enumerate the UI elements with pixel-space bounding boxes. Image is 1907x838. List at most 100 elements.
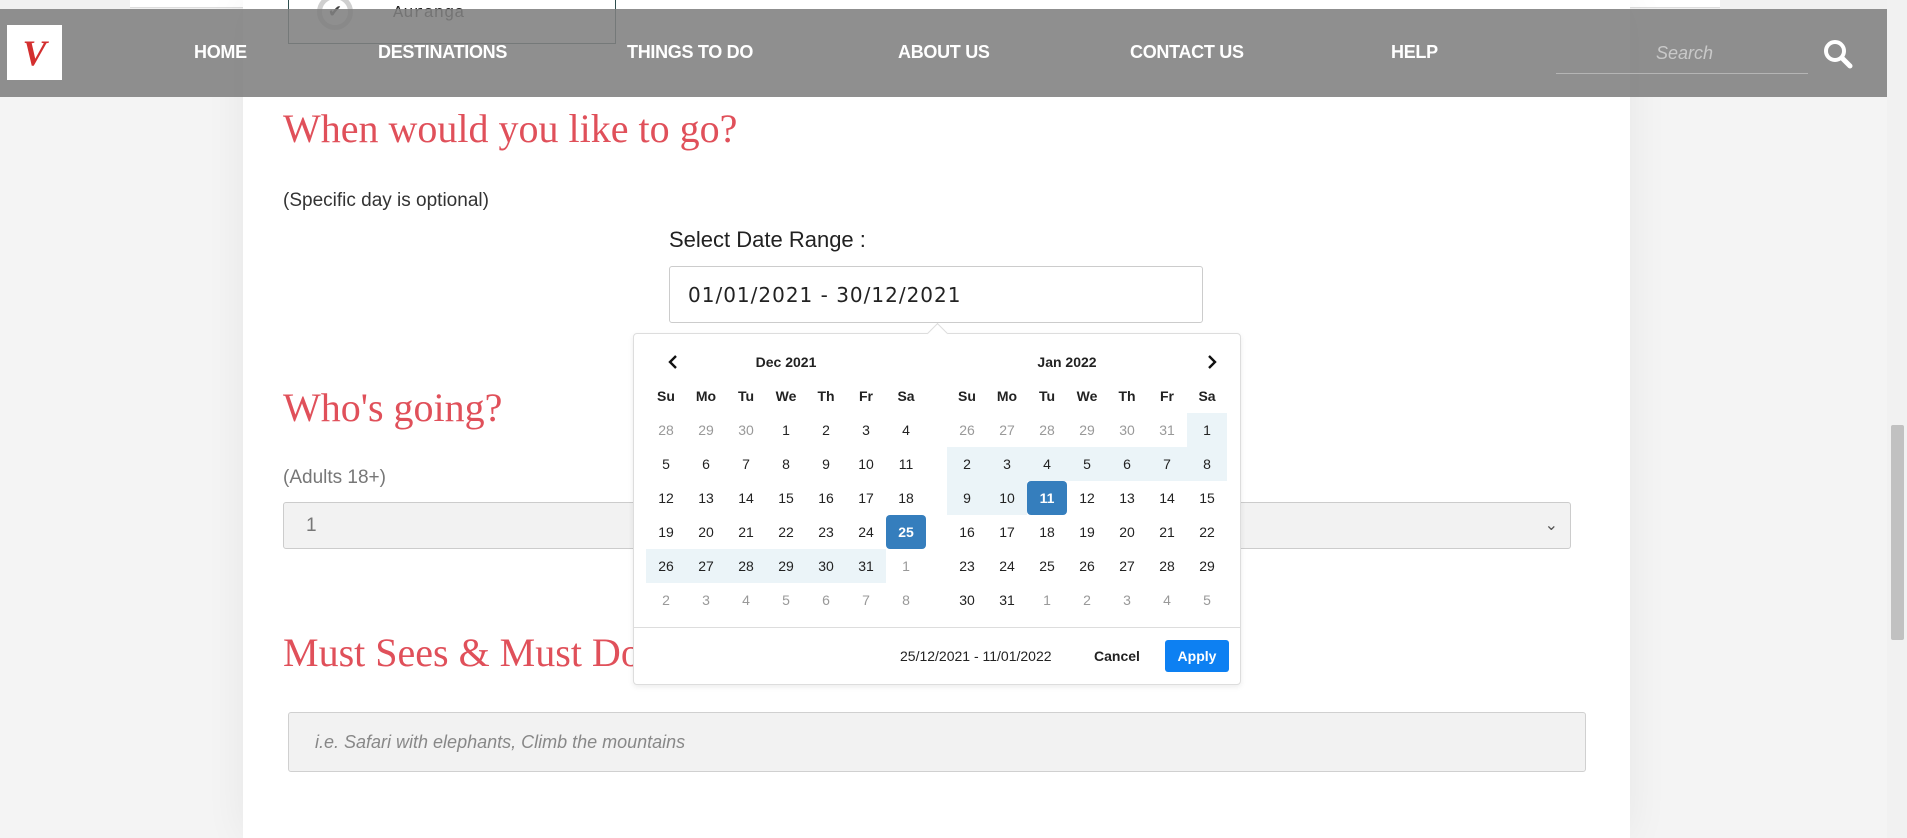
left-day-cell[interactable]: 22 (766, 515, 806, 549)
right-day-cell[interactable]: 1 (1027, 583, 1067, 617)
left-day-cell[interactable]: 11 (886, 447, 926, 481)
left-day-cell[interactable]: 12 (646, 481, 686, 515)
left-day-cell[interactable]: 6 (806, 583, 846, 617)
nav-help[interactable]: HELP (1391, 42, 1438, 63)
right-day-cell[interactable]: 28 (1147, 549, 1187, 583)
right-day-cell[interactable]: 23 (947, 549, 987, 583)
nav-things-to-do[interactable]: THINGS TO DO (627, 42, 753, 63)
left-day-cell[interactable]: 24 (846, 515, 886, 549)
left-day-cell[interactable]: 6 (686, 447, 726, 481)
right-day-cell[interactable]: 26 (947, 413, 987, 447)
left-day-cell[interactable]: 18 (886, 481, 926, 515)
right-day-cell[interactable]: 16 (947, 515, 987, 549)
left-day-cell[interactable]: 31 (846, 549, 886, 583)
right-day-cell[interactable]: 4 (1027, 447, 1067, 481)
right-day-cell[interactable]: 25 (1027, 549, 1067, 583)
right-day-cell[interactable]: 5 (1067, 447, 1107, 481)
next-month-button[interactable] (1197, 348, 1227, 376)
right-day-cell[interactable]: 26 (1067, 549, 1107, 583)
cancel-button[interactable]: Cancel (1086, 640, 1148, 672)
apply-button[interactable]: Apply (1165, 640, 1229, 672)
date-range-input[interactable] (669, 266, 1203, 323)
search-icon[interactable] (1822, 38, 1854, 70)
left-day-cell[interactable]: 26 (646, 549, 686, 583)
left-day-cell[interactable]: 30 (806, 549, 846, 583)
right-day-cell[interactable]: 28 (1027, 413, 1067, 447)
left-day-cell[interactable]: 30 (726, 413, 766, 447)
right-day-cell[interactable]: 3 (987, 447, 1027, 481)
right-day-cell[interactable]: 15 (1187, 481, 1227, 515)
right-day-cell[interactable]: 30 (1107, 413, 1147, 447)
left-day-cell[interactable]: 4 (726, 583, 766, 617)
right-day-cell[interactable]: 2 (1067, 583, 1107, 617)
right-day-cell[interactable]: 10 (987, 481, 1027, 515)
right-day-cell[interactable]: 29 (1187, 549, 1227, 583)
left-day-cell[interactable]: 28 (726, 549, 766, 583)
nav-contact-us[interactable]: CONTACT US (1130, 42, 1244, 63)
left-day-cell[interactable]: 23 (806, 515, 846, 549)
right-day-cell[interactable]: 8 (1187, 447, 1227, 481)
right-day-cell[interactable]: 31 (1147, 413, 1187, 447)
left-day-cell[interactable]: 7 (726, 447, 766, 481)
scrollbar-thumb[interactable] (1891, 425, 1904, 640)
nav-destinations[interactable]: DESTINATIONS (378, 42, 507, 63)
left-day-cell[interactable]: 9 (806, 447, 846, 481)
left-day-cell[interactable]: 2 (806, 413, 846, 447)
right-day-cell[interactable]: 4 (1147, 583, 1187, 617)
right-day-cell[interactable]: 6 (1107, 447, 1147, 481)
left-day-cell[interactable]: 16 (806, 481, 846, 515)
left-day-cell[interactable]: 19 (646, 515, 686, 549)
left-day-cell[interactable]: 8 (766, 447, 806, 481)
right-day-cell[interactable]: 22 (1187, 515, 1227, 549)
right-day-cell[interactable]: 1 (1187, 413, 1227, 447)
left-day-cell[interactable]: 7 (846, 583, 886, 617)
left-day-cell[interactable]: 1 (766, 413, 806, 447)
right-day-cell[interactable]: 18 (1027, 515, 1067, 549)
site-logo[interactable]: V (7, 25, 62, 80)
right-day-cell[interactable]: 12 (1067, 481, 1107, 515)
left-day-cell[interactable]: 1 (886, 549, 926, 583)
left-day-cell[interactable]: 20 (686, 515, 726, 549)
search-input[interactable] (1556, 34, 1808, 74)
left-day-cell[interactable]: 2 (646, 583, 686, 617)
left-day-cell[interactable]: 3 (846, 413, 886, 447)
left-day-cell[interactable]: 29 (686, 413, 726, 447)
right-day-cell[interactable]: 7 (1147, 447, 1187, 481)
right-day-cell[interactable]: 21 (1147, 515, 1187, 549)
left-day-cell[interactable]: 5 (766, 583, 806, 617)
left-day-cell[interactable]: 15 (766, 481, 806, 515)
right-day-cell[interactable]: 20 (1107, 515, 1147, 549)
right-day-cell[interactable]: 3 (1107, 583, 1147, 617)
right-day-cell[interactable]: 30 (947, 583, 987, 617)
nav-home[interactable]: HOME (194, 42, 247, 63)
nav-about-us[interactable]: ABOUT US (898, 42, 990, 63)
right-day-cell[interactable]: 2 (947, 447, 987, 481)
right-day-cell[interactable]: 29 (1067, 413, 1107, 447)
page-scrollbar[interactable] (1887, 0, 1907, 838)
left-day-cell[interactable]: 10 (846, 447, 886, 481)
right-day-cell[interactable]: 17 (987, 515, 1027, 549)
left-day-cell[interactable]: 27 (686, 549, 726, 583)
must-sees-input[interactable] (288, 712, 1586, 772)
left-day-cell[interactable]: 14 (726, 481, 766, 515)
left-day-cell[interactable]: 5 (646, 447, 686, 481)
right-day-cell[interactable]: 27 (1107, 549, 1147, 583)
right-day-cell[interactable]: 11 (1027, 481, 1067, 515)
left-day-cell[interactable]: 28 (646, 413, 686, 447)
left-day-cell[interactable]: 13 (686, 481, 726, 515)
right-day-cell[interactable]: 24 (987, 549, 1027, 583)
right-day-cell[interactable]: 27 (987, 413, 1027, 447)
right-day-cell[interactable]: 5 (1187, 583, 1227, 617)
right-day-cell[interactable]: 13 (1107, 481, 1147, 515)
left-day-cell[interactable]: 8 (886, 583, 926, 617)
left-day-cell[interactable]: 21 (726, 515, 766, 549)
right-day-cell[interactable]: 31 (987, 583, 1027, 617)
left-day-cell[interactable]: 4 (886, 413, 926, 447)
left-day-cell[interactable]: 25 (886, 515, 926, 549)
right-day-cell[interactable]: 14 (1147, 481, 1187, 515)
right-day-cell[interactable]: 9 (947, 481, 987, 515)
right-day-cell[interactable]: 19 (1067, 515, 1107, 549)
left-day-cell[interactable]: 3 (686, 583, 726, 617)
left-day-cell[interactable]: 17 (846, 481, 886, 515)
left-day-cell[interactable]: 29 (766, 549, 806, 583)
